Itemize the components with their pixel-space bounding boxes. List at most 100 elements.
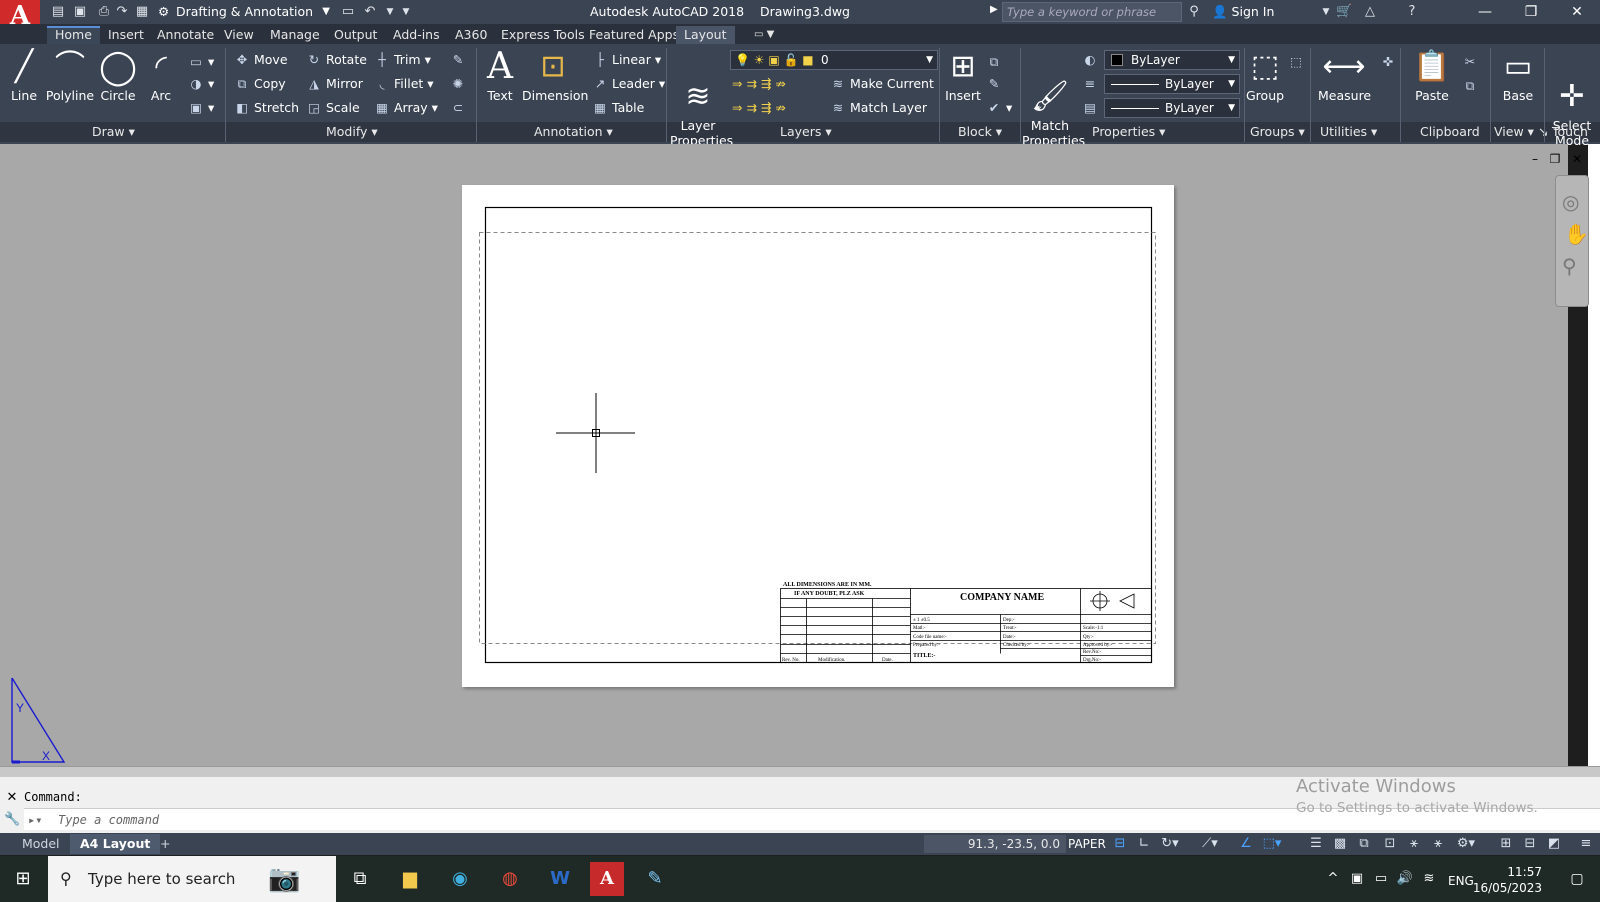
print-icon[interactable]: ⎙: [96, 4, 112, 20]
arc-button[interactable]: ◜ Arc: [146, 48, 176, 103]
panel-draw-title[interactable]: Draw ▾: [92, 122, 135, 142]
polar-tracking-icon[interactable]: ↻▾: [1160, 835, 1180, 853]
scale-button[interactable]: ◲ Scale: [304, 98, 360, 118]
object-snap-tracking-icon[interactable]: ∠: [1236, 835, 1256, 853]
object-snap-icon[interactable]: ⬚▾: [1262, 835, 1282, 853]
line-button[interactable]: ╱ Line: [8, 48, 40, 103]
close-button[interactable]: ✕: [1554, 0, 1600, 24]
grid-snap-icon[interactable]: ⊟: [1110, 835, 1130, 853]
hatch-tool[interactable]: ◑ ▾: [186, 74, 215, 94]
panel-touch-title[interactable]: Touch: [1552, 122, 1588, 142]
trim-button[interactable]: ┼ Trim ▾: [372, 50, 431, 70]
rectangle-tool[interactable]: ▭ ▾: [186, 52, 214, 72]
color-dropdown[interactable]: ByLayer ▼: [1104, 50, 1240, 70]
tab-annotate[interactable]: Annotate: [149, 26, 222, 44]
panel-block-title[interactable]: Block ▾: [958, 122, 1002, 142]
layer-properties-button[interactable]: ≋ Layer Properties: [670, 48, 733, 148]
tab-home[interactable]: Home: [47, 26, 100, 44]
text-button[interactable]: A Text: [484, 48, 516, 104]
table-button[interactable]: ▦ Table: [590, 98, 644, 118]
tab-manage[interactable]: Manage: [262, 26, 328, 44]
linear-button[interactable]: ├ Linear ▾: [590, 50, 661, 70]
binoculars-icon[interactable]: ⚲: [1186, 4, 1202, 20]
group-button[interactable]: ⬚ Group: [1246, 48, 1284, 103]
tab-layout[interactable]: Layout: [676, 26, 735, 44]
annotation-visibility-icon[interactable]: ⚹: [1404, 835, 1424, 853]
sign-in-button[interactable]: 👤 Sign In: [1212, 0, 1274, 24]
workspace-gear-icon[interactable]: ⚙▾: [1456, 835, 1476, 853]
clock[interactable]: 11:57 16/05/2023: [1454, 864, 1542, 896]
notifications-icon[interactable]: ▢: [1560, 862, 1594, 896]
create-block-tool[interactable]: ⧉: [984, 52, 1006, 72]
mirror-button[interactable]: ◮ Mirror: [304, 74, 363, 94]
restore-button[interactable]: ❐: [1508, 0, 1554, 24]
dimension-button[interactable]: ⊡ Dimension: [522, 48, 588, 103]
open-icon[interactable]: ▭: [340, 4, 356, 20]
move-button[interactable]: ✥ Move: [232, 50, 288, 70]
layer-tools-row1[interactable]: ⇒ ⇉ ⇶ ⇏: [732, 74, 786, 94]
steering-wheel-icon[interactable]: ◎: [1562, 190, 1579, 214]
panel-view-title[interactable]: View ▾ ↘: [1494, 122, 1548, 142]
copy-clip-tool[interactable]: ⧉: [1460, 76, 1482, 96]
file-explorer-icon[interactable]: ▆: [393, 862, 427, 896]
viewport-close-button[interactable]: ✕: [1570, 152, 1584, 166]
explode-button[interactable]: ✺: [448, 74, 470, 94]
auto-scale-icon[interactable]: ⚹: [1428, 835, 1448, 853]
layer-dropdown[interactable]: 💡 ☀ ▣ 🔓 ■ 0 ▼: [730, 50, 938, 70]
task-view-icon[interactable]: ⧉: [343, 862, 377, 896]
viewport-restore-button[interactable]: ❐: [1548, 152, 1562, 166]
sign-in-dropdown-icon[interactable]: ▼: [1318, 4, 1334, 20]
customization-menu-icon[interactable]: ≡: [1576, 835, 1596, 853]
transparency-toggle-icon[interactable]: ▩: [1330, 835, 1350, 853]
undo-dropdown-icon[interactable]: ▼: [382, 4, 398, 20]
viewport-minimize-button[interactable]: –: [1528, 152, 1542, 166]
word-app-icon[interactable]: W: [543, 862, 577, 896]
undo-icon[interactable]: ↶: [362, 4, 378, 20]
tab-view[interactable]: View: [216, 26, 262, 44]
autocad-app-icon[interactable]: A: [590, 862, 624, 896]
panel-toggle-icon[interactable]: ▭ ▼: [746, 26, 782, 44]
erase-button[interactable]: ✎: [448, 50, 470, 70]
help-icon[interactable]: ?: [1404, 4, 1420, 20]
stretch-button[interactable]: ◧ Stretch: [232, 98, 299, 118]
match-properties-button[interactable]: 🖌 Match Properties: [1022, 48, 1085, 148]
group-tools[interactable]: ⬚: [1286, 52, 1308, 72]
polyline-button[interactable]: ⌒ Polyline: [44, 48, 96, 103]
linetype-dropdown[interactable]: ByLayer ▼: [1104, 74, 1240, 94]
fillet-button[interactable]: ◟ Fillet ▾: [372, 74, 434, 94]
tab-model[interactable]: Model: [12, 834, 70, 854]
rotate-button[interactable]: ↻ Rotate: [304, 50, 367, 70]
isodraft-icon[interactable]: ⟋▾: [1200, 835, 1220, 853]
chrome-browser-icon[interactable]: ◍: [493, 862, 527, 896]
add-layout-button[interactable]: +: [150, 834, 180, 854]
layer-tools-row2[interactable]: ⇒ ⇉ ⇶ ⇏: [732, 98, 786, 118]
tab-a4-layout[interactable]: A4 Layout: [70, 834, 161, 854]
panel-utilities-title[interactable]: Utilities ▾: [1320, 122, 1377, 142]
base-button[interactable]: ▭ Base: [1498, 48, 1538, 103]
ortho-icon[interactable]: ∟: [1134, 835, 1154, 853]
offset-button[interactable]: ⊂: [448, 98, 470, 118]
windows-start-icon[interactable]: ⊞: [6, 862, 40, 896]
array-button[interactable]: ▦ Array ▾: [372, 98, 438, 118]
save-icon[interactable]: ▣: [72, 4, 88, 20]
panel-annotation-title[interactable]: Annotation ▾: [534, 122, 613, 142]
leader-button[interactable]: ↗ Leader ▾: [590, 74, 665, 94]
match-layer-button[interactable]: ≋ Match Layer: [828, 98, 927, 118]
panel-clipboard-title[interactable]: Clipboard: [1420, 122, 1480, 142]
insert-button[interactable]: ⊞ Insert: [944, 48, 982, 103]
viewport-scale-icon[interactable]: ⊡: [1380, 835, 1400, 853]
paper-space-toggle[interactable]: PAPER: [1068, 835, 1106, 853]
taskbar-search-input[interactable]: ⚲ Type here to search 📷: [48, 856, 336, 902]
redo-icon[interactable]: ↷: [114, 4, 130, 20]
tab-insert[interactable]: Insert: [100, 26, 152, 44]
block-attributes-tool[interactable]: ✔ ▾: [984, 98, 1013, 118]
workspace-icon[interactable]: ▦: [134, 4, 150, 20]
selection-cycling-icon[interactable]: ⧉: [1354, 835, 1374, 853]
hardware-acceleration-icon[interactable]: ⊟: [1520, 835, 1540, 853]
paste-button[interactable]: 📋 Paste: [1410, 48, 1454, 103]
new-icon[interactable]: ▤: [50, 4, 66, 20]
cart-icon[interactable]: 🛒: [1336, 4, 1352, 20]
make-current-button[interactable]: ≋ Make Current: [828, 74, 934, 94]
tab-featured-apps[interactable]: Featured Apps: [581, 26, 687, 44]
command-customize-icon[interactable]: 🔧: [4, 812, 20, 827]
